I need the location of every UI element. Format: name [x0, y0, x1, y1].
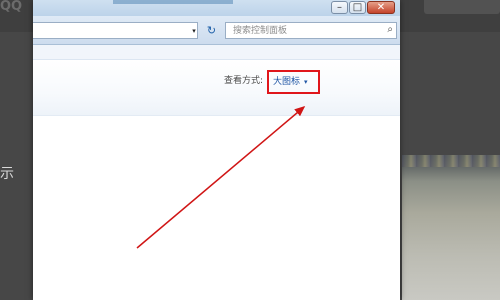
annotation-arrow	[136, 106, 306, 249]
arrow-line	[136, 106, 306, 249]
